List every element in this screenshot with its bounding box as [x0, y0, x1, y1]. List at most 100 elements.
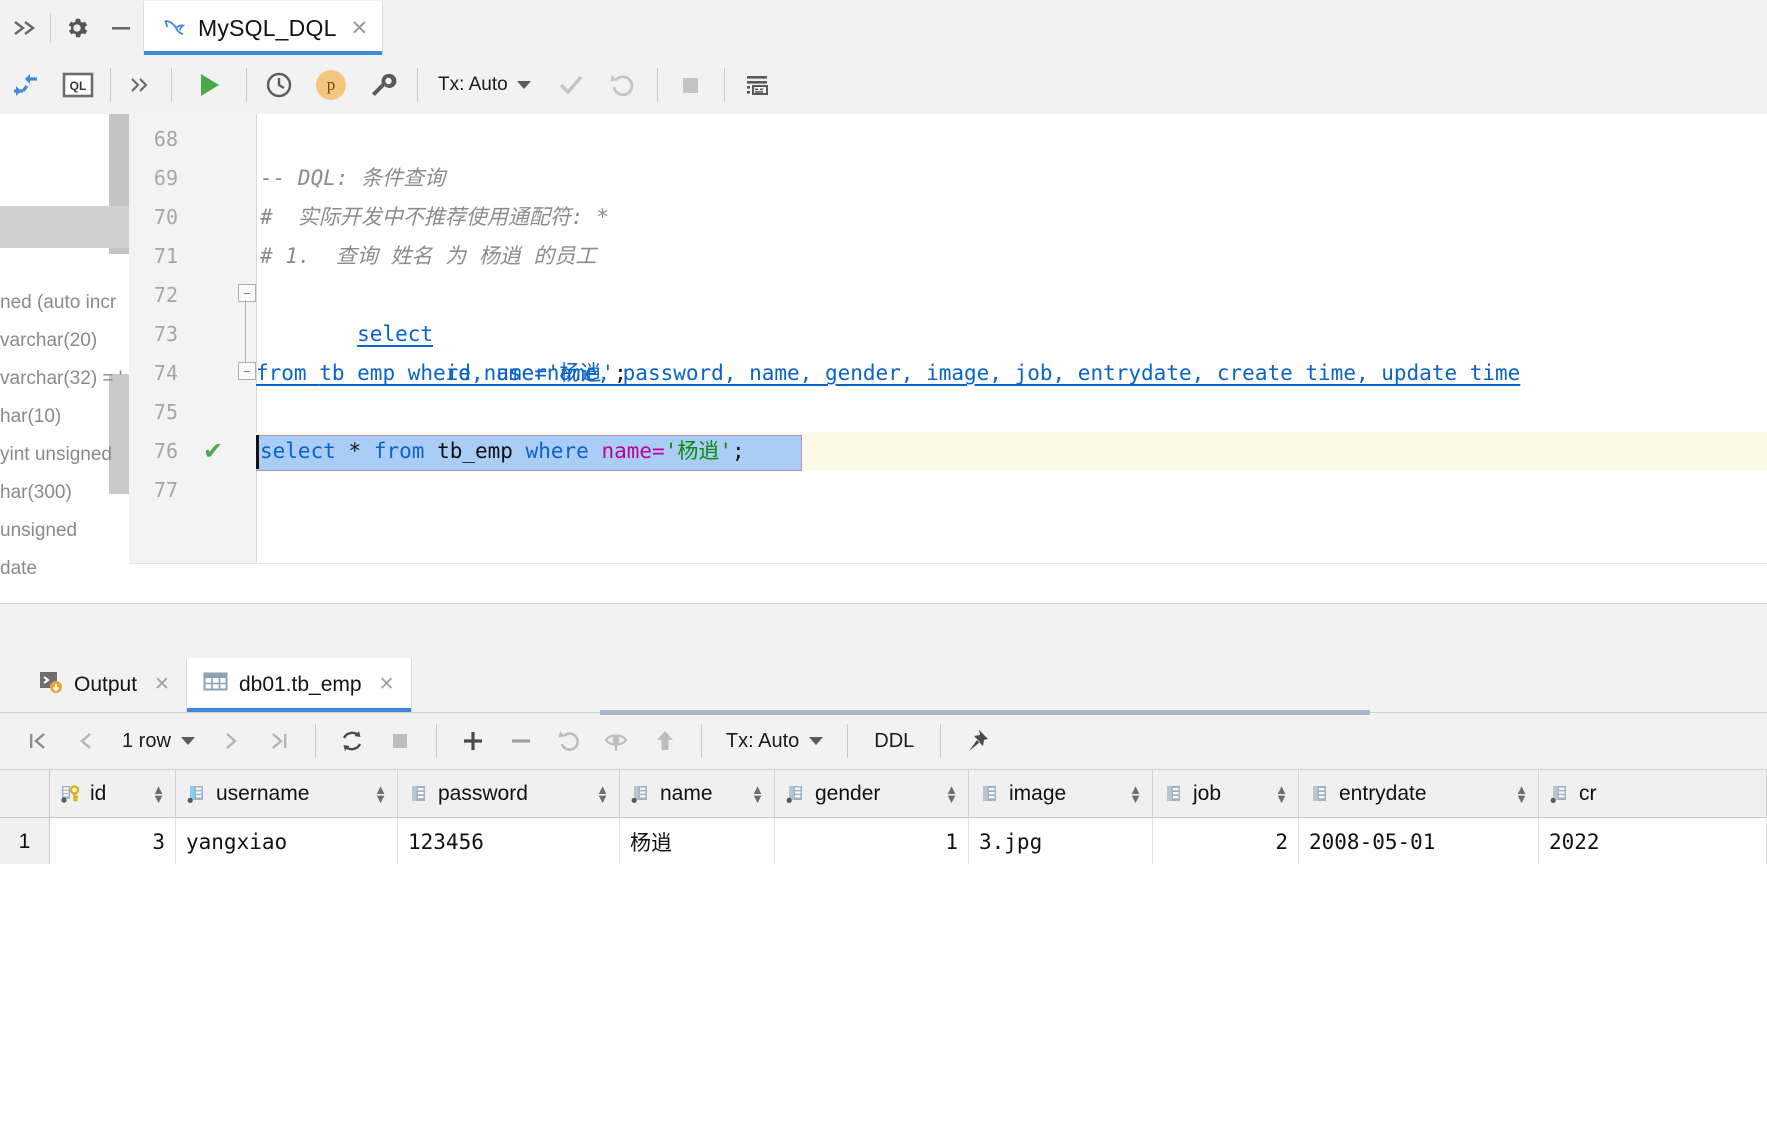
editor-tab-mysql-dql[interactable]: MySQL_DQL ✕ [143, 1, 384, 55]
run-triangle-icon[interactable] [178, 56, 240, 114]
semicolon: ; [614, 361, 627, 385]
list-item[interactable]: varchar(32) = ' [0, 360, 129, 398]
code-line-70: # 实际开发中不推荐使用通配符: * [260, 205, 609, 229]
sort-toggle-icon[interactable]: ▲ ▼ [751, 783, 764, 805]
title-bar: MySQL_DQL ✕ [0, 0, 1767, 56]
results-tab-strip: Output ✕ db01.tb_emp ✕ [0, 657, 1767, 713]
result-grid[interactable]: id ▲ ▼ username ▲ ▼ password ▲ ▼ name ▲ … [0, 770, 1767, 1124]
list-item[interactable]: varchar(20) [0, 322, 129, 360]
revert-changes-icon[interactable] [545, 714, 593, 769]
fold-marker-line-74[interactable]: − [238, 362, 256, 380]
list-item[interactable]: har(10) [0, 398, 129, 436]
cell-name[interactable]: 杨逍 [620, 818, 775, 865]
results-tab-db01-tb-emp[interactable]: db01.tb_emp ✕ [185, 657, 412, 712]
close-icon[interactable]: ✕ [154, 673, 170, 696]
idea-database-window: MySQL_DQL ✕ QL p Tx: Auto ned (auto incr… [0, 0, 1767, 1124]
close-icon[interactable]: ✕ [347, 18, 369, 39]
go-to-next-row-icon[interactable] [207, 714, 255, 769]
commit-check-icon[interactable] [545, 56, 597, 114]
sort-toggle-icon[interactable]: ▲ ▼ [374, 783, 387, 805]
settings-gear-icon[interactable] [55, 1, 99, 55]
row-number-cell[interactable]: 1 [0, 818, 50, 865]
cell-entrydate[interactable]: 2008-05-01 [1299, 818, 1539, 865]
ddl-button[interactable]: DDL [860, 730, 928, 753]
text-caret [256, 435, 259, 469]
show-output-icon[interactable] [731, 56, 783, 114]
grid-header-username[interactable]: username ▲ ▼ [176, 770, 398, 817]
row-count-dropdown[interactable]: 1 row [110, 730, 207, 753]
completion-doc-popup[interactable]: ned (auto incr varchar(20) varchar(32) =… [0, 114, 130, 603]
go-to-last-row-icon[interactable] [255, 714, 303, 769]
code-line-76[interactable]: select * from tb_emp where name='杨逍'; [260, 432, 745, 471]
fold-marker-line-72[interactable]: − [238, 284, 256, 302]
results-tx-dropdown[interactable]: Tx: Auto [714, 730, 835, 753]
list-item[interactable]: ned (auto incr [0, 284, 129, 322]
cell-job[interactable]: 2 [1153, 818, 1299, 865]
cell-gender[interactable]: 1 [775, 818, 969, 865]
pin-tab-icon[interactable] [953, 714, 1001, 769]
not-null-column-icon [1549, 783, 1571, 805]
output-console-icon [38, 669, 63, 700]
sort-toggle-icon[interactable]: ▲ ▼ [1275, 783, 1288, 805]
add-row-icon[interactable] [449, 714, 497, 769]
grid-header-password[interactable]: password ▲ ▼ [398, 770, 620, 817]
divider [700, 724, 702, 758]
popup-selected-row[interactable] [0, 206, 129, 248]
go-to-first-row-icon[interactable] [14, 714, 62, 769]
minimize-icon[interactable] [99, 1, 143, 55]
cell-password[interactable]: 123456 [398, 818, 620, 865]
submit-changes-icon[interactable] [641, 714, 689, 769]
results-resize-handle[interactable] [600, 710, 1370, 715]
wrench-icon[interactable] [357, 56, 409, 114]
list-item[interactable]: yint unsigned [0, 436, 129, 474]
statement-executed-ok-icon[interactable]: ✔ [198, 432, 228, 471]
line-number: 69 [153, 166, 178, 190]
clock-history-icon[interactable] [253, 56, 305, 114]
sort-toggle-icon[interactable]: ▲ ▼ [945, 783, 958, 805]
sort-toggle-icon[interactable]: ▲ ▼ [1515, 783, 1528, 805]
jump-to-source-icon[interactable] [0, 56, 52, 114]
tx-mode-label: Tx: Auto [438, 73, 508, 95]
more-actions-icon[interactable] [117, 56, 161, 114]
reload-page-icon[interactable] [328, 714, 376, 769]
editor-bottom-divider [129, 563, 1767, 604]
results-tab-output[interactable]: Output ✕ [22, 658, 186, 712]
rollback-icon[interactable] [597, 56, 649, 114]
list-item[interactable]: unsigned [0, 512, 129, 550]
editor-results-splitter[interactable] [0, 603, 1767, 658]
table-row[interactable]: 1 3 yangxiao 123456 杨逍 1 3.jpg 2 2008-05… [0, 818, 1767, 866]
grid-header-label: gender [815, 781, 881, 805]
grid-header-gender[interactable]: gender ▲ ▼ [775, 770, 969, 817]
sort-toggle-icon[interactable]: ▲ ▼ [1129, 783, 1142, 805]
cell-id[interactable]: 3 [50, 818, 176, 865]
cell-username[interactable]: yangxiao [176, 818, 398, 865]
code-text-area[interactable]: -- DQL: 条件查询 # 实际开发中不推荐使用通配符: * # 1. 查询 … [256, 114, 1767, 603]
list-item[interactable]: date [0, 550, 129, 588]
grid-header-label: password [438, 781, 528, 805]
go-to-prev-row-icon[interactable] [62, 714, 110, 769]
cancel-query-icon[interactable] [376, 714, 424, 769]
line-number: 72 [153, 283, 178, 307]
grid-header-create-time[interactable]: cr [1539, 770, 1767, 817]
cell-create-time[interactable]: 2022 [1539, 818, 1767, 865]
close-icon[interactable]: ✕ [379, 673, 395, 696]
tx-mode-dropdown[interactable]: Tx: Auto [424, 56, 545, 114]
sort-toggle-icon[interactable]: ▲ ▼ [596, 783, 609, 805]
grid-header-job[interactable]: job ▲ ▼ [1153, 770, 1299, 817]
sql-editor[interactable]: ned (auto incr varchar(20) varchar(32) =… [0, 114, 1767, 604]
profile-badge-icon[interactable]: p [305, 56, 357, 114]
popup-line-list: ned (auto incr varchar(20) varchar(32) =… [0, 284, 129, 588]
ql-console-icon[interactable]: QL [52, 56, 104, 114]
grid-header-image[interactable]: image ▲ ▼ [969, 770, 1153, 817]
delete-row-icon[interactable] [497, 714, 545, 769]
grid-header-entrydate[interactable]: entrydate ▲ ▼ [1299, 770, 1539, 817]
stop-square-icon[interactable] [664, 56, 716, 114]
collapse-all-icon[interactable] [2, 1, 46, 55]
cell-image[interactable]: 3.jpg [969, 818, 1153, 865]
grid-header-id[interactable]: id ▲ ▼ [50, 770, 176, 817]
list-item[interactable]: har(300) [0, 474, 129, 512]
grid-header-name[interactable]: name ▲ ▼ [620, 770, 775, 817]
editor-gutter[interactable]: 68 69 70 71 72 73 74 75 76 77 ✔ [129, 114, 257, 603]
preview-submit-icon[interactable] [593, 714, 641, 769]
sort-toggle-icon[interactable]: ▲ ▼ [152, 783, 165, 805]
